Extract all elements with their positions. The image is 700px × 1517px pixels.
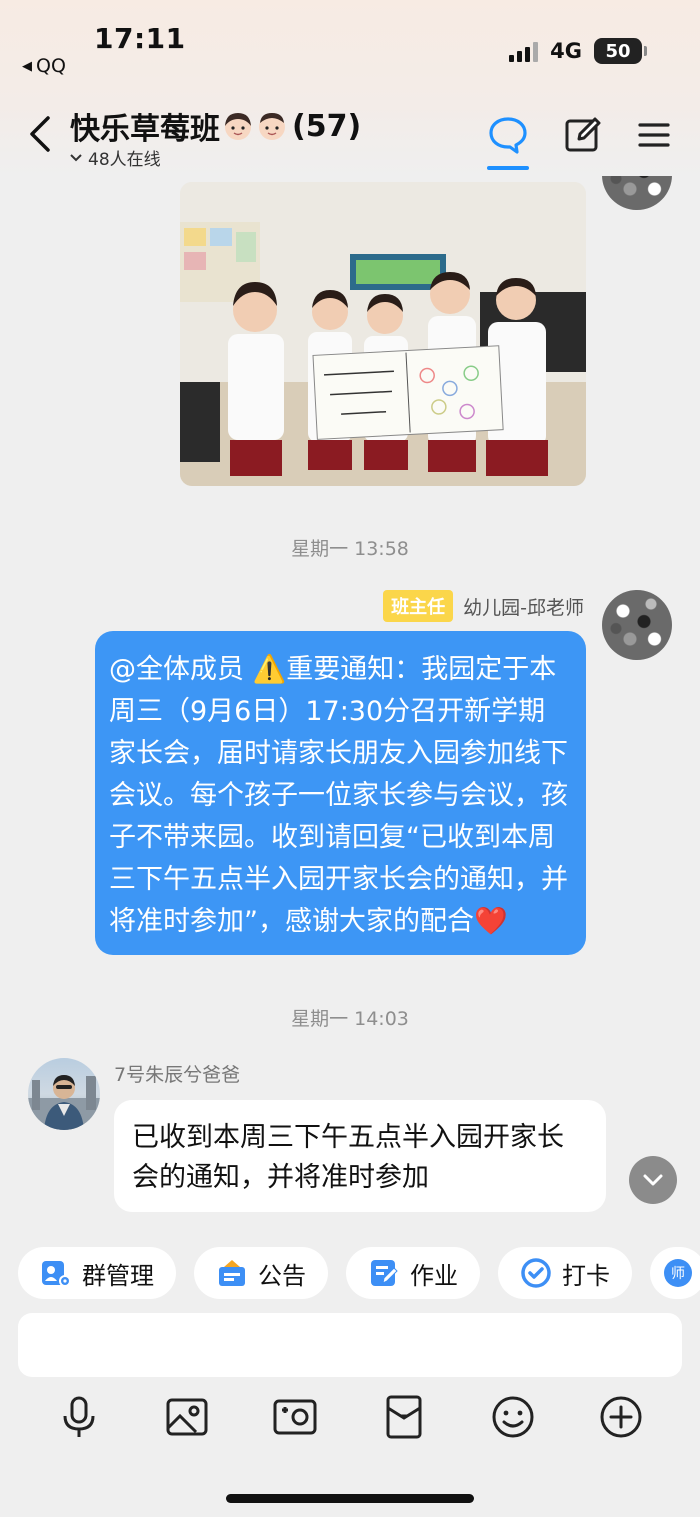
scroll-to-bottom-button[interactable] [629,1156,677,1204]
member-count: (57) [292,108,362,144]
signal-icon [509,40,539,62]
group-manage-icon [42,1261,71,1287]
microphone-icon[interactable] [56,1394,102,1440]
back-to-app-link[interactable]: ◀ QQ [22,55,66,77]
girl-emoji-icon [225,113,251,140]
plus-icon[interactable] [598,1394,644,1440]
teacher-name[interactable]: 幼儿园-邱老师 [463,593,584,620]
boy-emoji-icon [259,113,285,140]
battery-icon: 50 [594,38,647,64]
teacher-icon: 师 [664,1259,692,1287]
class-photo[interactable] [180,182,586,486]
announcement-icon [219,1260,245,1286]
group-manage-label: 群管理 [82,1261,154,1290]
group-name: 快乐草莓班 [70,112,220,147]
status-indicators: 4G 50 [509,38,647,64]
class-photo-image [180,182,586,486]
message-list[interactable]: 星期一 13:58 班主任 幼儿园-邱老师 @全体成员 ⚠️重要通知：我园定于本… [0,176,700,1234]
homework-label: 作业 [410,1261,458,1290]
teacher-avatar[interactable] [602,176,672,210]
timestamp-2: 星期一 14:03 [291,1008,409,1030]
reply-message-bubble[interactable]: 已收到本周三下午五点半入园开家长会的通知，并将准时参加 [114,1100,606,1212]
parent-avatar[interactable] [28,1058,100,1130]
quick-action-bar: 群管理 公告 作业 打卡 师 [0,1234,700,1312]
teacher-avatar[interactable] [602,590,672,660]
menu-icon[interactable] [633,114,675,156]
group-title[interactable]: 快乐草莓班 (57) [70,104,361,148]
back-app-label: QQ [36,55,66,77]
online-count: 48人在线 [88,150,161,170]
chevron-down-icon [70,153,82,161]
notice-message-text: @全体成员 ⚠️重要通知：我园定于本周三（9月6日）17:30分召开新学期家长会… [109,654,568,937]
parent-sender-name[interactable]: 7号朱辰兮爸爸 [114,1060,240,1087]
red-packet-icon[interactable] [381,1394,427,1440]
network-type: 4G [550,39,582,63]
active-tab-indicator [487,166,529,170]
battery-level: 50 [605,40,631,62]
announcement-label: 公告 [258,1261,306,1290]
checkin-button[interactable]: 打卡 [498,1247,632,1299]
timestamp-1: 星期一 13:58 [291,538,409,560]
back-triangle-icon: ◀ [22,58,32,74]
chevron-down-icon [643,1174,663,1186]
chat-bubble-icon[interactable] [487,114,529,156]
input-toolbar [0,1394,700,1444]
checkin-icon [521,1258,551,1288]
reply-message-text: 已收到本周三下午五点半入园开家长会的通知，并将准时参加 [132,1122,564,1193]
homework-icon [371,1260,398,1286]
chat-header: 17:11 ◀ QQ 4G 50 快乐草莓班 (57) 48人在线 [0,0,700,176]
group-manage-button[interactable]: 群管理 [18,1247,176,1299]
checkin-label: 打卡 [562,1261,610,1290]
teacher-icon-glyph: 师 [671,1266,685,1282]
teacher-button[interactable]: 师 [650,1247,700,1299]
notice-message-bubble[interactable]: @全体成员 ⚠️重要通知：我园定于本周三（9月6日）17:30分召开新学期家长会… [95,631,586,955]
announcement-button[interactable]: 公告 [194,1247,328,1299]
message-input[interactable] [18,1313,682,1377]
online-status[interactable]: 48人在线 [70,145,161,170]
role-badge: 班主任 [383,590,454,622]
parent-avatar-image [28,1075,100,1130]
emoji-icon[interactable] [490,1394,536,1440]
camera-icon[interactable] [272,1394,318,1440]
teacher-sender-info: 班主任 幼儿园-邱老师 [383,590,584,622]
image-icon[interactable] [164,1394,210,1440]
back-arrow-icon[interactable] [22,112,62,156]
status-time: 17:11 [94,22,186,55]
edit-note-icon[interactable] [562,114,604,156]
home-indicator[interactable] [226,1494,474,1503]
homework-button[interactable]: 作业 [346,1247,480,1299]
